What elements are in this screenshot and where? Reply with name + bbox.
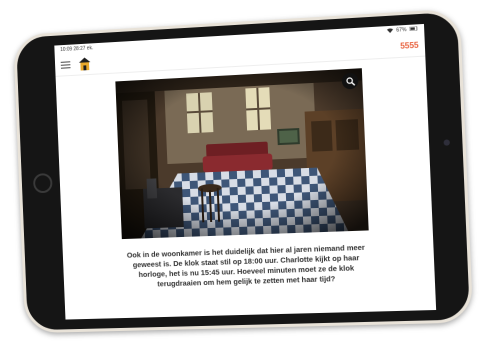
score-counter: 5555 <box>400 40 419 51</box>
wifi-icon <box>386 27 394 34</box>
status-time: 10:09 <box>60 46 73 54</box>
home-button[interactable] <box>32 173 53 194</box>
status-date: 28:27 ek. <box>73 45 94 53</box>
status-right: 67% <box>386 26 419 35</box>
tablet-screen: 10:09 28:27 ek. 67% 5555 Ook in de woonk… <box>54 23 437 320</box>
tablet-device: 10:09 28:27 ek. 67% 5555 Ook in de woonk… <box>13 8 474 334</box>
question-text: Ook in de woonkamer is het duidelijk dat… <box>84 241 412 291</box>
room-photo <box>115 68 369 240</box>
camera-lens <box>443 139 451 146</box>
status-left: 10:09 28:27 ek. <box>60 45 93 53</box>
status-battery: 67% <box>396 27 407 34</box>
house-logo-icon[interactable] <box>78 56 92 72</box>
abandoned-living-room-image <box>115 68 369 240</box>
stage: 10:09 28:27 ek. 67% 5555 Ook in de woonk… <box>0 0 480 346</box>
battery-icon <box>410 26 419 33</box>
hamburger-menu-icon[interactable] <box>60 60 71 70</box>
